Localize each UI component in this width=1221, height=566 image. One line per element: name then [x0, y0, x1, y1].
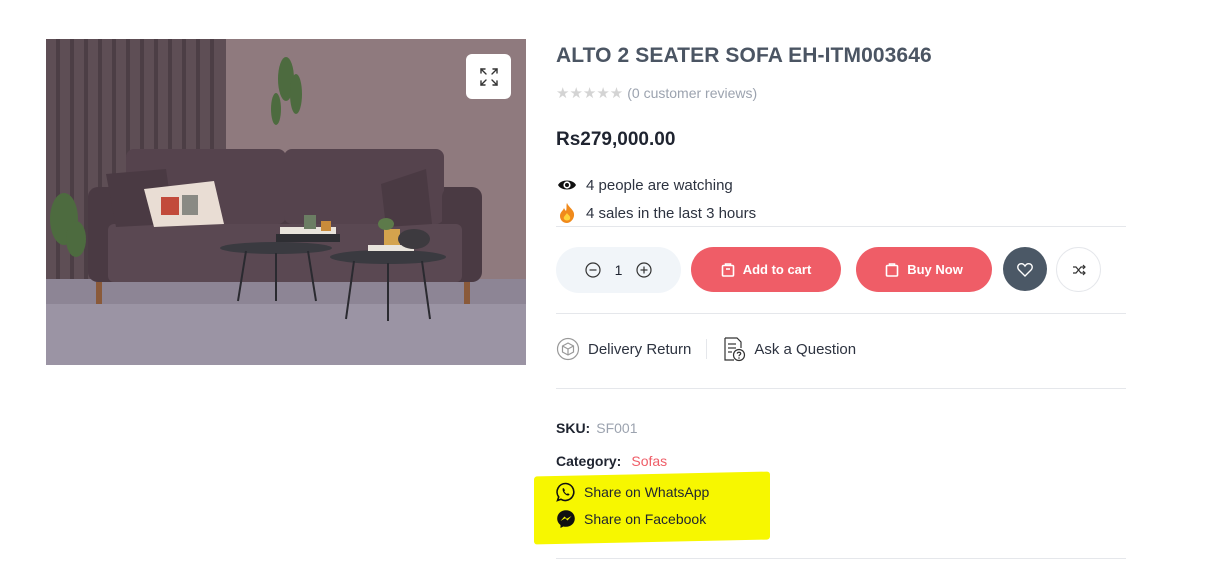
watching-notice: 4 people are watching — [556, 174, 733, 196]
sku-label: SKU: — [556, 420, 591, 436]
delivery-box-icon — [556, 337, 580, 361]
reviews-link[interactable]: (0 customer reviews) — [627, 85, 757, 101]
sku-value: SF001 — [596, 420, 638, 436]
sku-row: SKU: SF001 — [556, 420, 637, 436]
fullscreen-button[interactable] — [466, 54, 511, 99]
divider — [556, 558, 1126, 559]
divider — [706, 339, 708, 359]
star-rating-icon: ★★★★★ — [556, 85, 624, 102]
messenger-icon — [557, 510, 575, 528]
rating: ★★★★★ (0 customer reviews) — [556, 84, 757, 102]
product-title: ALTO 2 SEATER SOFA EH-ITM003646 — [556, 44, 932, 67]
bag-icon — [721, 263, 734, 277]
decrease-quantity-button[interactable] — [584, 262, 601, 278]
compare-button[interactable] — [1056, 247, 1101, 292]
divider — [556, 226, 1126, 227]
whatsapp-icon — [556, 482, 575, 502]
plus-icon — [636, 262, 652, 278]
wishlist-button[interactable] — [1003, 247, 1047, 291]
buy-now-button[interactable]: Buy Now — [856, 247, 992, 292]
divider — [556, 388, 1126, 389]
divider — [556, 313, 1126, 314]
product-price: Rs279,000.00 — [556, 129, 676, 150]
product-image[interactable] — [46, 39, 526, 365]
share-facebook-label: Share on Facebook — [584, 511, 707, 527]
watching-text: 4 people are watching — [586, 176, 733, 194]
bag-icon — [885, 263, 899, 277]
share-whatsapp-label: Share on WhatsApp — [584, 484, 710, 500]
category-row: Category: Sofas — [556, 453, 667, 469]
sales-text: 4 sales in the last 3 hours — [586, 204, 757, 222]
eye-icon — [556, 174, 578, 196]
ask-question-label: Ask a Question — [754, 340, 857, 358]
buy-now-label: Buy Now — [907, 262, 963, 277]
add-to-cart-button[interactable]: Add to cart — [691, 247, 841, 292]
expand-icon — [479, 67, 498, 86]
add-to-cart-label: Add to cart — [742, 262, 812, 277]
delivery-return-label: Delivery Return — [588, 340, 692, 358]
shuffle-icon — [1072, 264, 1086, 275]
delivery-return-link[interactable]: Delivery Return — [556, 337, 691, 361]
ask-question-link[interactable]: Ask a Question — [722, 336, 856, 362]
share-whatsapp-link[interactable]: Share on WhatsApp — [556, 482, 709, 502]
sofa-photo — [46, 39, 526, 365]
category-label: Category: — [556, 453, 622, 469]
increase-quantity-button[interactable] — [636, 262, 652, 278]
heart-icon — [1017, 262, 1033, 277]
fire-icon — [556, 202, 578, 224]
quantity-value[interactable]: 1 — [615, 262, 623, 278]
product-links: Delivery Return Ask a Question — [556, 336, 856, 362]
minus-icon — [584, 262, 601, 278]
question-doc-icon — [724, 337, 746, 362]
quantity-stepper: 1 — [556, 247, 681, 293]
category-link[interactable]: Sofas — [631, 453, 667, 469]
share-facebook-link[interactable]: Share on Facebook — [556, 509, 706, 529]
sales-notice: 4 sales in the last 3 hours — [556, 202, 756, 224]
